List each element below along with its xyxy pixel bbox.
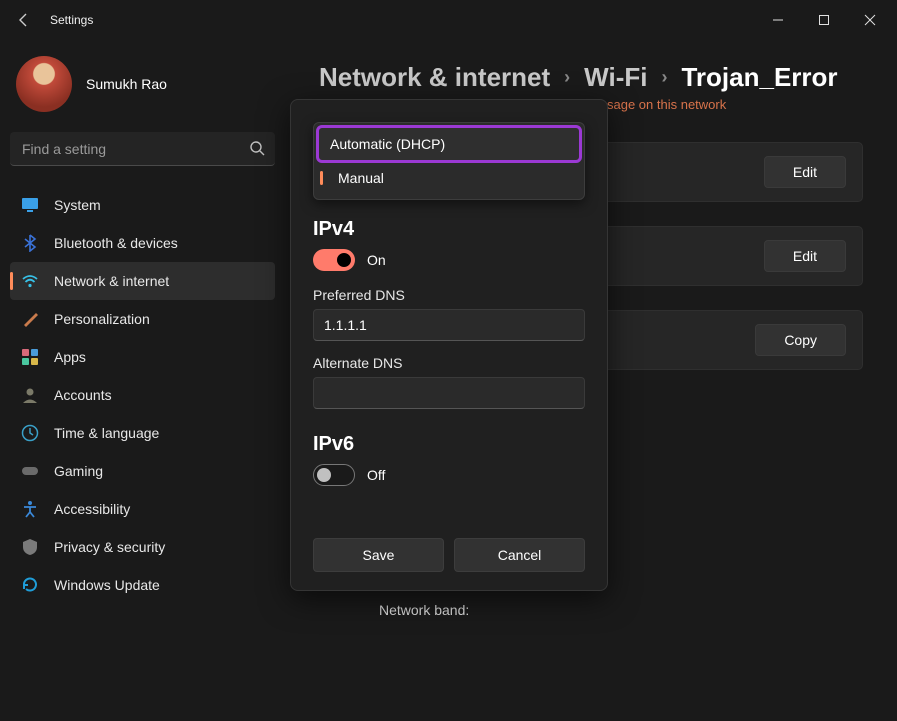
ip-assignment-dropdown[interactable]: Automatic (DHCP) Manual [313,122,585,200]
avatar [16,56,72,112]
alternate-dns-input[interactable] [313,377,585,409]
account-header[interactable]: Sumukh Rao [10,50,275,118]
ip-settings-dialog: Automatic (DHCP) Manual IPv4 On Preferre… [290,99,608,591]
close-icon [864,14,876,26]
close-button[interactable] [847,4,893,36]
nav-list: System Bluetooth & devices Network & inter… [10,186,275,604]
ipv4-heading: IPv4 [313,218,585,241]
maximize-icon [818,14,830,26]
sidebar-item-time-language[interactable]: Time & language [10,414,275,452]
update-icon [20,575,40,595]
sidebar-item-privacy-security[interactable]: Privacy & security [10,528,275,566]
ipv4-toggle[interactable] [313,249,355,271]
breadcrumb-network[interactable]: Network & internet [319,62,550,93]
breadcrumb-wifi[interactable]: Wi-Fi [584,62,647,93]
chevron-right-icon: › [661,67,667,88]
dropdown-option-label: Automatic (DHCP) [330,136,445,152]
search-icon [249,140,265,156]
search-box[interactable] [10,132,275,166]
ipv4-toggle-label: On [367,252,386,268]
dropdown-option-manual[interactable]: Manual [318,161,580,195]
dropdown-option-label: Manual [338,170,384,186]
breadcrumb-current: Trojan_Error [681,62,837,93]
person-icon [20,385,40,405]
sidebar-item-windows-update[interactable]: Windows Update [10,566,275,604]
accessibility-icon [20,499,40,519]
edit-button-2[interactable]: Edit [764,240,846,272]
sidebar-item-personalization[interactable]: Personalization [10,300,275,338]
cancel-button[interactable]: Cancel [454,538,585,572]
display-icon [20,195,40,215]
shield-icon [20,537,40,557]
preferred-dns-label: Preferred DNS [313,287,585,303]
paintbrush-icon [20,309,40,329]
alternate-dns-label: Alternate DNS [313,355,585,371]
sidebar-item-label: Gaming [54,463,103,479]
clock-globe-icon [20,423,40,443]
sidebar: Sumukh Rao System Bluetooth & devices Netw… [0,40,285,721]
sidebar-item-label: Network & internet [54,273,169,289]
apps-icon [20,347,40,367]
ipv6-toggle[interactable] [313,464,355,486]
selection-accent [320,171,323,185]
network-band-label: Network band: [379,602,863,618]
window-title: Settings [50,13,93,27]
ipv6-heading: IPv6 [313,433,585,456]
sidebar-item-label: Personalization [54,311,150,327]
sidebar-item-label: Time & language [54,425,159,441]
chevron-right-icon: › [564,67,570,88]
sidebar-item-accessibility[interactable]: Accessibility [10,490,275,528]
sidebar-item-accounts[interactable]: Accounts [10,376,275,414]
arrow-left-icon [16,12,32,28]
wifi-icon [20,271,40,291]
back-button[interactable] [4,0,44,40]
sidebar-item-label: Accounts [54,387,112,403]
copy-button[interactable]: Copy [755,324,846,356]
gamepad-icon [20,461,40,481]
sidebar-item-label: Windows Update [54,577,160,593]
minimize-icon [772,14,784,26]
preferred-dns-input[interactable] [313,309,585,341]
sidebar-item-label: Bluetooth & devices [54,235,178,251]
user-name: Sumukh Rao [86,76,167,92]
minimize-button[interactable] [755,4,801,36]
maximize-button[interactable] [801,4,847,36]
edit-button-1[interactable]: Edit [764,156,846,188]
breadcrumb: Network & internet › Wi-Fi › Trojan_Erro… [319,62,863,93]
save-button[interactable]: Save [313,538,444,572]
titlebar: Settings [0,0,897,40]
sidebar-item-bluetooth-devices[interactable]: Bluetooth & devices [10,224,275,262]
sidebar-item-system[interactable]: System [10,186,275,224]
sidebar-item-gaming[interactable]: Gaming [10,452,275,490]
search-input[interactable] [10,132,275,166]
sidebar-item-label: Privacy & security [54,539,165,555]
sidebar-item-network-internet[interactable]: Network & internet [10,262,275,300]
sidebar-item-label: Apps [54,349,86,365]
bluetooth-icon [20,233,40,253]
header-subtext: sage on this network [607,97,863,112]
sidebar-item-label: System [54,197,101,213]
ipv6-toggle-label: Off [367,467,385,483]
dropdown-option-automatic[interactable]: Automatic (DHCP) [318,127,580,161]
sidebar-item-apps[interactable]: Apps [10,338,275,376]
sidebar-item-label: Accessibility [54,501,130,517]
